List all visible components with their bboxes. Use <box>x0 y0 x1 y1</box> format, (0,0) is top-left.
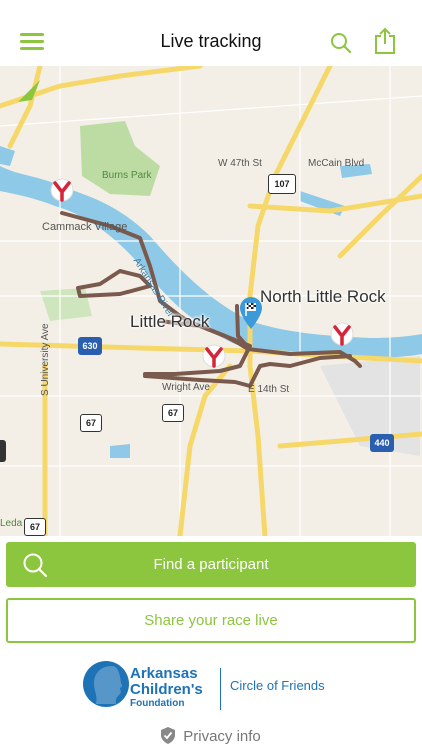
participant-marker-icon[interactable] <box>202 344 226 374</box>
place-label: Leda <box>0 518 23 529</box>
logo-divider <box>220 668 221 710</box>
interstate-shield-icon: 630 <box>78 337 102 355</box>
child-profile-logo-icon <box>83 661 129 707</box>
state-route-shield-icon: 107 <box>268 174 296 194</box>
search-icon[interactable] <box>330 32 352 54</box>
app-header: Live tracking <box>0 0 422 67</box>
share-race-label: Share your race live <box>144 612 278 629</box>
find-participant-label: Find a participant <box>153 556 269 573</box>
street-label: S University Ave <box>40 323 51 396</box>
us-route-shield-icon: 67 <box>162 404 184 422</box>
sponsor-line2: Children's <box>130 681 203 698</box>
page-title: Live tracking <box>160 31 262 51</box>
sponsor-logo: Arkansas Children's Foundation Circle of… <box>0 650 422 720</box>
park-label: Burns Park <box>102 170 152 181</box>
us-route-shield-icon: 67 <box>80 414 102 432</box>
share-race-button[interactable]: Share your race live <box>6 598 416 643</box>
street-label: Wright Ave <box>162 382 210 393</box>
race-map[interactable]: W 47th St McCain Blvd Burns Park Cammack… <box>0 66 422 536</box>
street-label: McCain Blvd <box>308 158 365 169</box>
participant-marker-icon[interactable] <box>330 322 354 352</box>
city-label: North Little Rock <box>260 287 386 306</box>
participant-marker-icon[interactable] <box>50 178 74 208</box>
finish-flag-marker-icon[interactable] <box>238 296 264 330</box>
sponsor-tagline: Circle of Friends <box>230 678 325 693</box>
find-participant-button[interactable]: Find a participant <box>6 542 416 587</box>
city-label: Little Rock <box>130 312 210 331</box>
place-label: Cammack Village <box>42 221 128 233</box>
street-label: W 47th St <box>218 158 262 169</box>
sponsor-line1: Arkansas <box>130 665 198 682</box>
share-icon[interactable] <box>374 27 396 55</box>
sponsor-line3: Foundation <box>130 698 185 709</box>
sponsor-name: Arkansas Children's Foundation <box>130 666 203 710</box>
us-route-shield-icon: 67 <box>24 518 46 536</box>
interstate-shield-icon: 440 <box>370 434 394 452</box>
privacy-info-link[interactable]: Privacy info <box>0 727 422 745</box>
edge-marker[interactable] <box>0 440 6 462</box>
shield-check-icon <box>161 727 176 744</box>
street-label: E 14th St <box>248 384 290 395</box>
privacy-info-label: Privacy info <box>183 728 261 745</box>
